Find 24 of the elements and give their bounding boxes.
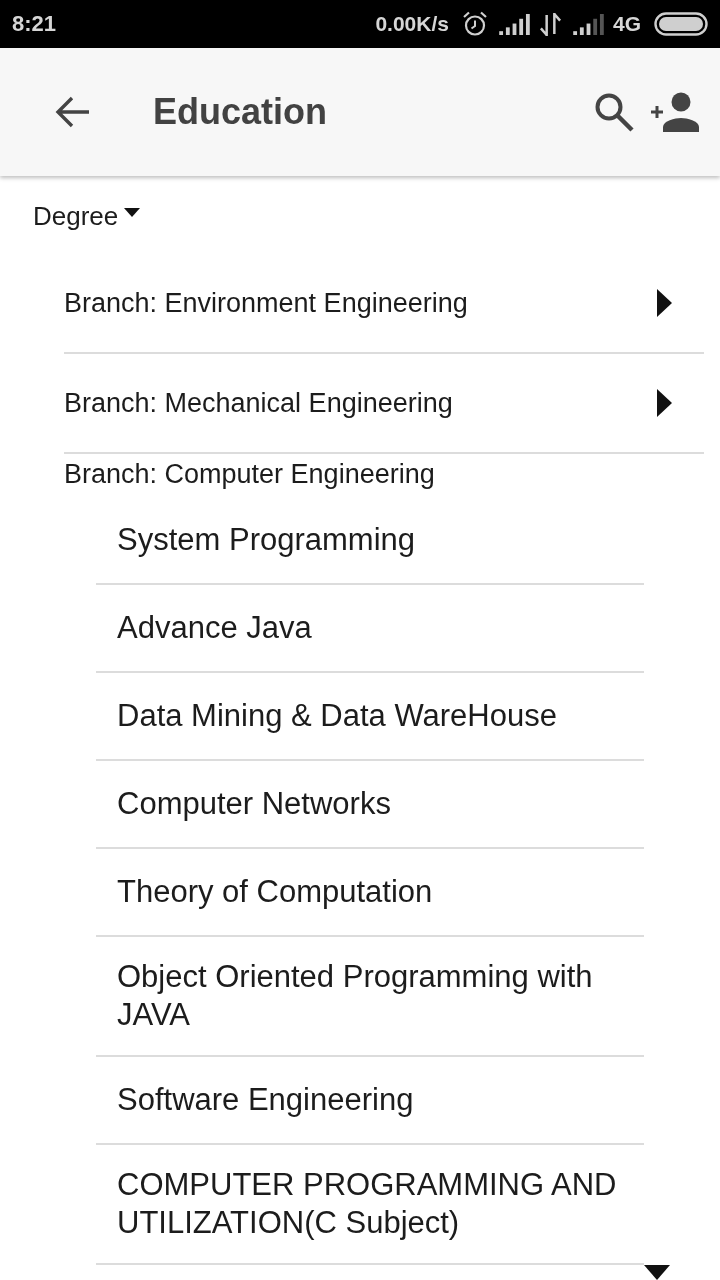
network-speed: 0.00K/s [375, 12, 449, 36]
branch-item[interactable]: Branch: Computer Engineering [64, 454, 704, 494]
subject-item[interactable]: Object Oriented Programming with JAVA [96, 937, 644, 1057]
search-icon [594, 92, 634, 132]
branch-item[interactable]: Branch: Mechanical Engineering [64, 354, 704, 454]
subject-item[interactable]: Theory of Computation [96, 849, 644, 937]
network-type: 4G [613, 12, 641, 36]
subject-item[interactable]: Computer Networks [96, 761, 644, 849]
back-arrow-icon [55, 96, 91, 128]
signal-icon [499, 13, 530, 35]
alarm-clock-icon [462, 11, 488, 37]
signal-icon [573, 13, 604, 35]
data-transfer-icon [539, 12, 562, 36]
subject-item[interactable]: Data Mining & Data WareHouse [96, 673, 644, 761]
battery-icon [654, 12, 708, 36]
subject-item[interactable]: Advance Java [96, 585, 644, 673]
subject-item[interactable]: System Programming [96, 497, 644, 585]
branch-item[interactable]: Branch: Environment Engineering [64, 254, 704, 354]
degree-item[interactable]: Degree [0, 176, 720, 254]
subject-item[interactable]: Software Engineering [96, 1057, 644, 1145]
add-person-icon [651, 92, 701, 132]
screen-title: Education [153, 91, 327, 133]
status-time: 8:21 [12, 11, 57, 37]
subject-item[interactable]: COMPUTER PROGRAMMING AND UTILIZATION(C Subject) [96, 1145, 644, 1265]
